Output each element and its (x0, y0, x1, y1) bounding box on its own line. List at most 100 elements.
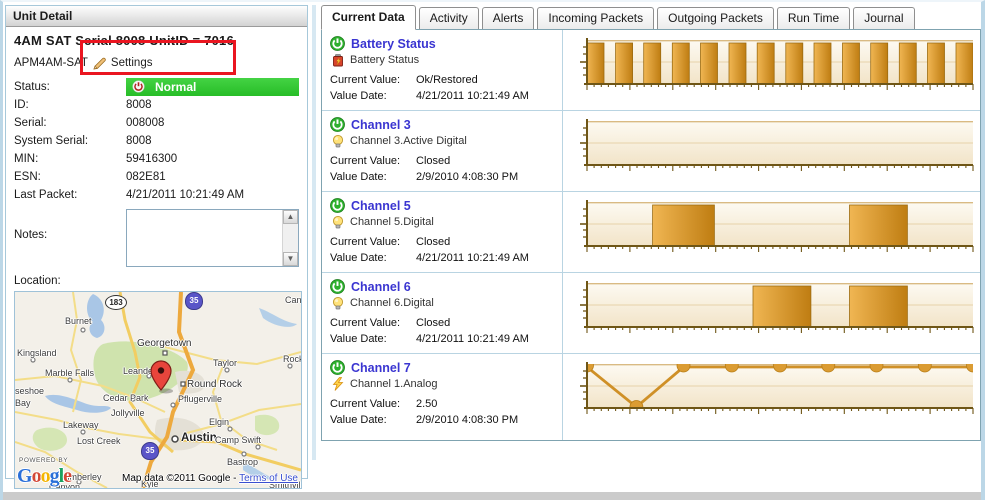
field-value: 59416300 (126, 152, 178, 165)
current-value: Ok/Restored (416, 74, 478, 86)
current-data-table: Battery Status Battery Status Current Va… (321, 29, 981, 441)
bulb-icon (331, 215, 345, 229)
bolt-icon (331, 377, 345, 391)
current-value-label: Current Value: (330, 155, 401, 167)
notes-scrollbar[interactable]: ▲ ▼ (282, 210, 298, 266)
map-city: Jollyville (111, 408, 145, 418)
channel-row-channel-5: Channel 5 Channel 5.Digital Current Valu… (322, 192, 980, 273)
tab-journal[interactable]: Journal (853, 7, 915, 29)
value-date-label: Value Date: (330, 252, 387, 264)
settings-button[interactable]: Settings (92, 56, 153, 71)
field-label: ID: (14, 98, 29, 111)
channel-link[interactable]: Channel 5 (330, 198, 556, 213)
channel-row-channel-7: Channel 7 Channel 1.Analog Current Value… (322, 354, 980, 440)
channel-description: Channel 6.Digital (350, 297, 434, 309)
channel-7-chart (577, 359, 980, 426)
channel-row-battery-status: Battery Status Battery Status Current Va… (322, 30, 980, 111)
tab-current-data[interactable]: Current Data (321, 5, 416, 30)
channel-name: Channel 5 (351, 198, 411, 213)
tab-run-time[interactable]: Run Time (776, 7, 851, 29)
status-badge: Normal (126, 77, 299, 96)
tab-bar: Current Data Activity Alerts Incoming Pa… (321, 5, 981, 30)
field-label: System Serial: (14, 134, 89, 147)
field-label: MIN: (14, 152, 39, 165)
channel-name: Channel 7 (351, 360, 411, 375)
highway-shield-35-top: 35 (185, 292, 203, 310)
notes-field: ▲ ▼ (126, 209, 299, 267)
current-value: Closed (416, 317, 451, 329)
scroll-up-icon[interactable]: ▲ (283, 210, 298, 224)
panel-header: Unit Detail (6, 6, 307, 27)
map-city: Camp Swift (215, 435, 262, 445)
power-icon (132, 80, 145, 93)
terms-of-use-link[interactable]: Terms of Use (239, 473, 298, 484)
map-city: seshoe (15, 386, 45, 396)
current-value: 2.50 (416, 398, 438, 410)
current-value-label: Current Value: (330, 398, 401, 410)
map-city: Rock (283, 354, 302, 364)
tab-outgoing-packets[interactable]: Outgoing Packets (657, 7, 774, 29)
channel-6-chart (577, 278, 980, 345)
map-city: Round Rock (187, 379, 243, 390)
map-city: Burnet (65, 316, 92, 326)
battery-status-chart (577, 35, 980, 102)
field-value: 4/21/2011 10:21:49 AM (126, 188, 245, 201)
map-city: Austin (181, 432, 217, 444)
pencil-icon (92, 56, 107, 71)
power-icon (330, 36, 345, 51)
field-value: 8008 (126, 98, 152, 111)
tab-incoming-packets[interactable]: Incoming Packets (537, 7, 655, 29)
channel-link[interactable]: Battery Status (330, 36, 556, 51)
channel-link[interactable]: Channel 7 (330, 360, 556, 375)
field-label: Serial: (14, 116, 47, 129)
value-date-label: Value Date: (330, 414, 387, 426)
notes-label: Notes: (14, 229, 48, 241)
power-icon (330, 117, 345, 132)
channel-description: Battery Status (350, 54, 420, 66)
field-label: ESN: (14, 170, 41, 183)
map-city: Kingsland (17, 348, 57, 358)
value-date-label: Value Date: (330, 171, 387, 183)
field-label: Last Packet: (14, 188, 78, 201)
channel-name: Channel 3 (351, 117, 411, 132)
channel-name: Channel 6 (351, 279, 411, 294)
current-value-label: Current Value: (330, 74, 401, 86)
scroll-down-icon[interactable]: ▼ (283, 252, 298, 266)
google-map[interactable]: 183 35 35 Burnet Kingsland Marble Falls … (14, 291, 302, 489)
map-city: Pflugerville (178, 394, 223, 404)
tab-alerts[interactable]: Alerts (481, 7, 535, 29)
map-city: Can (285, 295, 302, 305)
tab-activity[interactable]: Activity (418, 7, 479, 29)
channel-description: Channel 1.Analog (350, 378, 438, 390)
current-value-label: Current Value: (330, 236, 401, 248)
power-icon (330, 279, 345, 294)
window-bottom-edge (3, 492, 981, 500)
value-date: 4/21/2011 10:21:49 AM (416, 252, 529, 264)
map-city: Marble Falls (45, 368, 95, 378)
notes-input[interactable] (127, 210, 282, 266)
field-value: 8008 (126, 134, 152, 147)
panel-splitter[interactable] (312, 5, 316, 460)
powered-by-label: POWERED BY (19, 457, 69, 464)
value-date: 2/9/2010 4:08:30 PM (416, 414, 519, 426)
map-city: Elgin (209, 417, 230, 427)
highway-shield-35-austin: 35 (141, 442, 159, 460)
battery-icon (331, 53, 345, 67)
map-city: Georgetown (137, 338, 192, 349)
current-value: Closed (416, 155, 451, 167)
map-city: Bastrop (227, 457, 259, 467)
power-icon (330, 360, 345, 375)
channel-row-channel-3: Channel 3 Channel 3.Active Digital Curre… (322, 111, 980, 192)
map-city: Cedar Park (103, 393, 149, 403)
unit-detail-panel: Unit Detail 4AM SAT Serial 8008 UnitID =… (5, 5, 308, 489)
channel-description: Channel 5.Digital (350, 216, 434, 228)
channel-link[interactable]: Channel 3 (330, 117, 556, 132)
highway-shield-183: 183 (105, 295, 127, 310)
bulb-icon (331, 296, 345, 310)
value-date-label: Value Date: (330, 333, 387, 345)
map-marker-pin[interactable] (149, 360, 175, 399)
channel-description: Channel 3.Active Digital (350, 135, 467, 147)
channel-link[interactable]: Channel 6 (330, 279, 556, 294)
settings-label: Settings (110, 57, 153, 69)
map-attribution: Map data ©2011 Google - Terms of Use (122, 473, 298, 484)
